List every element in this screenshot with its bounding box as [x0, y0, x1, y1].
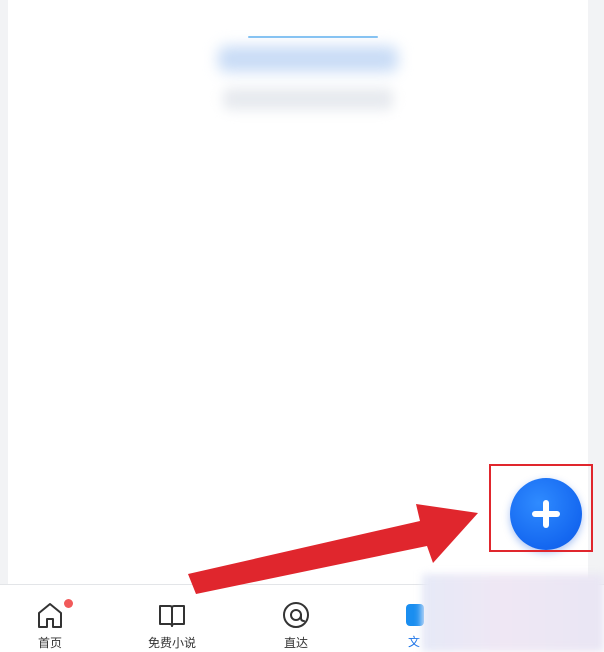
book-icon	[122, 599, 222, 631]
at-target-icon	[246, 599, 346, 631]
blurred-title	[218, 46, 398, 72]
blurred-region	[422, 574, 604, 652]
home-icon	[0, 599, 100, 631]
tab-free-novels[interactable]: 免费小说	[122, 585, 222, 652]
notification-badge	[64, 599, 73, 608]
tab-home-label: 首页	[37, 636, 62, 650]
tab-document-label: 文	[408, 635, 421, 649]
tab-free-novels-label: 免费小说	[147, 636, 196, 650]
tab-direct[interactable]: 直达	[246, 585, 346, 652]
tab-home[interactable]: 首页	[0, 585, 100, 652]
app-screen: 首页 免费小说 直达 文	[0, 0, 604, 652]
blurred-divider	[248, 36, 378, 38]
blurred-subtitle	[223, 88, 393, 110]
tab-direct-label: 直达	[283, 636, 308, 650]
highlight-box	[489, 464, 593, 552]
